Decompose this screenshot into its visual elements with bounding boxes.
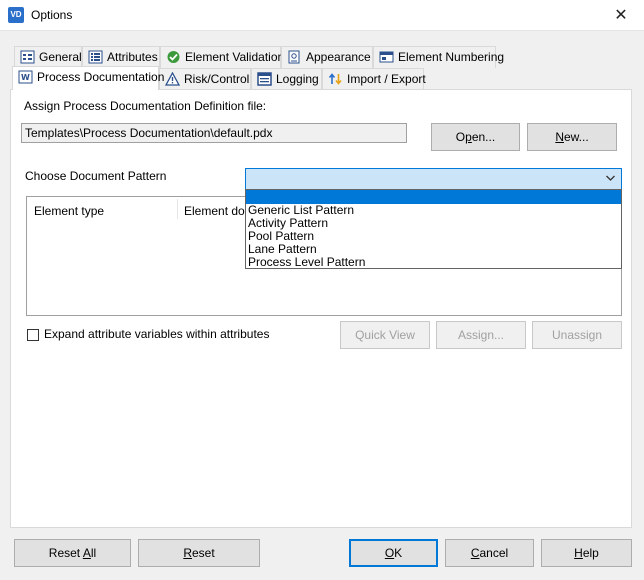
expand-attribute-variables-checkbox[interactable] [27,329,39,341]
dropdown-selected-empty-item[interactable] [246,190,621,204]
close-icon[interactable]: ✕ [598,0,644,31]
help-button[interactable]: Help [541,539,632,567]
checkmark-icon [167,51,180,63]
numbering-icon [379,51,394,63]
tab-import-export-label: Import / Export [347,72,426,86]
tab-element-validation[interactable]: Element Validation [160,46,285,68]
chevron-down-icon[interactable] [605,172,616,184]
tab-logging-label: Logging [276,72,319,86]
dialog-client: General Attributes Element Validation Ap… [0,31,644,580]
cancel-button[interactable]: Cancel [445,539,534,567]
tab-attributes-label: Attributes [107,50,158,64]
import-export-icon [328,73,342,85]
document-icon: W [18,70,33,84]
quick-view-button[interactable]: Quick View [340,321,430,349]
reset-all-button[interactable]: Reset All [14,539,131,567]
general-icon [20,50,35,64]
choose-pattern-label: Choose Document Pattern [25,169,167,183]
tab-attributes[interactable]: Attributes [82,46,160,68]
tab-general[interactable]: General [14,46,82,68]
expand-attribute-variables-label[interactable]: Expand attribute variables within attrib… [44,327,269,341]
column-header-element-type[interactable]: Element type [34,204,104,218]
unassign-button[interactable]: Unassign [532,321,622,349]
appearance-icon [288,50,300,64]
tab-element-validation-label: Element Validation [185,50,285,64]
open-button[interactable]: Open... [431,123,520,151]
assign-button[interactable]: Assign... [436,321,526,349]
assign-definition-label: Assign Process Documentation Definition … [24,99,267,113]
definition-file-path-field: Templates\Process Documentation\default.… [21,123,407,143]
tab-risk-control-label: Risk/Control [184,72,250,86]
reset-button[interactable]: Reset [138,539,260,567]
new-button[interactable]: New... [527,123,617,151]
tab-process-documentation[interactable]: W Process Documentation [12,66,164,90]
tab-import-export[interactable]: Import / Export [322,68,426,90]
tab-risk-control[interactable]: Risk/Control [159,68,251,90]
risk-icon [165,72,180,86]
tab-process-documentation-label: Process Documentation [37,70,165,84]
tab-appearance-label: Appearance [306,50,371,64]
pattern-dropdown-list[interactable]: Generic List Pattern Activity Pattern Po… [245,189,622,269]
pattern-option[interactable]: Process Level Pattern [246,256,621,269]
column-separator[interactable] [177,199,178,219]
tab-general-label: General [39,50,82,64]
svg-text:W: W [21,73,30,82]
logging-icon [257,72,272,86]
tab-element-numbering-label: Element Numbering [398,50,505,64]
ok-button[interactable]: OK [349,539,438,567]
tab-logging[interactable]: Logging [251,68,322,90]
app-icon: VD [8,7,24,23]
tab-element-numbering[interactable]: Element Numbering [373,46,504,68]
window-title: Options [31,8,73,22]
document-pattern-combobox[interactable] [245,168,622,190]
tab-appearance[interactable]: Appearance [281,46,373,68]
attributes-icon [88,50,103,64]
title-bar: VD Options ✕ [0,0,644,31]
